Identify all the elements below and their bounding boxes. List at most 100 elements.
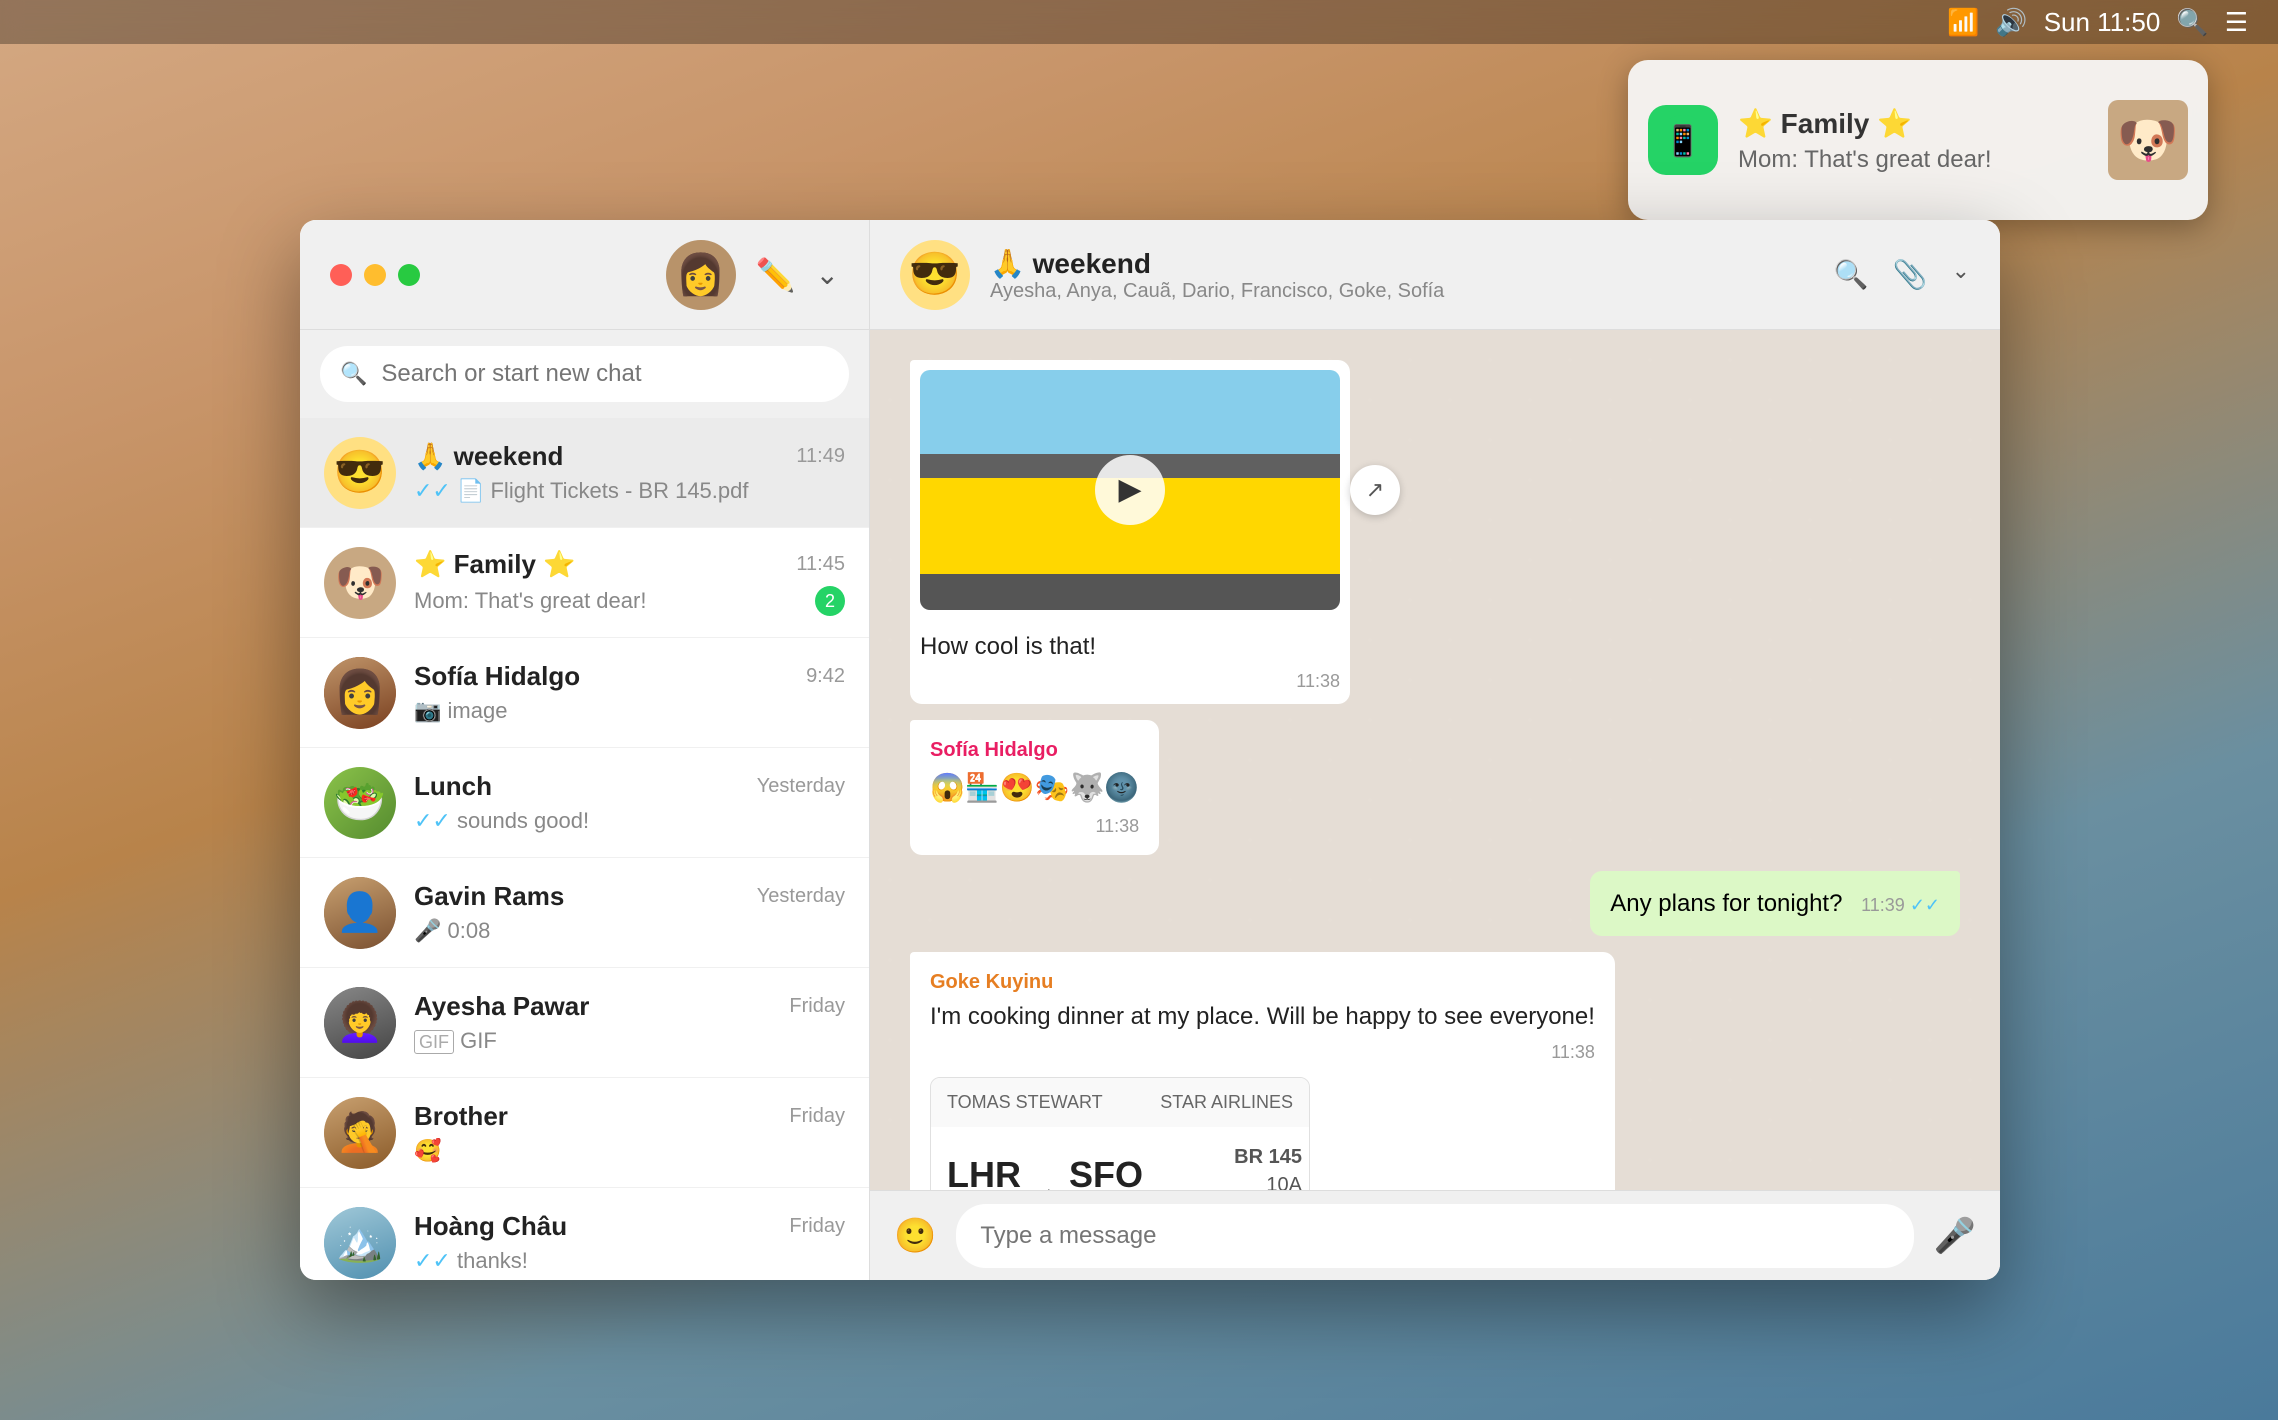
ticket-airline: STAR AIRLINES bbox=[1160, 1090, 1293, 1115]
chat-avatar-family: 🐶 bbox=[324, 547, 396, 619]
chat-preview-lunch: ✓✓ sounds good! bbox=[414, 808, 589, 834]
message-input-bar: 🙂 🎤 bbox=[870, 1190, 2000, 1280]
whatsapp-window: 👩 ✏️ ⌄ 🔍 😎 bbox=[300, 220, 2000, 1280]
emoji-button[interactable]: 🙂 bbox=[894, 1216, 936, 1256]
ticket-to: SFO bbox=[1069, 1150, 1143, 1190]
svg-text:📱: 📱 bbox=[1664, 123, 1701, 158]
chat-time-gavin: Yesterday bbox=[757, 885, 845, 908]
chat-panel: 😎 🙏 weekend Ayesha, Anya, Cauã, Dario, F… bbox=[870, 220, 2000, 1280]
messages-area: ▶ ↗ How cool is that! 11:38 Sofía Hidalg… bbox=[870, 330, 2000, 1190]
chat-preview-family: Mom: That's great dear! bbox=[414, 588, 646, 614]
play-button[interactable]: ▶ bbox=[920, 370, 1340, 610]
window-controls bbox=[330, 264, 420, 286]
ticket-flight-info: BR 145 10A ▌▌▌▌▐▌▌▌▌▐▌▌ bbox=[1155, 1143, 1302, 1190]
chat-time-sofia: 9:42 bbox=[806, 665, 845, 688]
microphone-button[interactable]: 🎤 bbox=[1934, 1216, 1976, 1256]
notification-body: Mom: That's great dear! bbox=[1738, 146, 2088, 174]
search-input[interactable] bbox=[381, 360, 829, 388]
ticket-route-right: SFO 9:40 bbox=[1069, 1150, 1143, 1190]
chat-avatar-gavin: 👤 bbox=[324, 877, 396, 949]
search-icon: 🔍 bbox=[340, 361, 367, 387]
chat-info-ayesha: Ayesha Pawar Friday GIF GIF bbox=[414, 991, 845, 1054]
maximize-button[interactable] bbox=[398, 264, 420, 286]
chat-name-sofia: Sofía Hidalgo bbox=[414, 661, 580, 692]
chat-name-family: ⭐ Family ⭐ bbox=[414, 549, 576, 580]
chat-info-brother: Brother Friday 🥰 bbox=[414, 1101, 845, 1164]
chevron-down-icon[interactable]: ⌄ bbox=[816, 258, 839, 291]
chat-time-hoang: Friday bbox=[789, 1215, 845, 1238]
chat-item-weekend[interactable]: 😎 🙏 weekend 11:49 ✓✓ 📄 Flight Tickets - … bbox=[300, 418, 869, 528]
attach-icon[interactable]: 📎 bbox=[1893, 258, 1928, 291]
chat-header-name: 🙏 weekend bbox=[990, 247, 1814, 280]
chat-avatar-hoang: 🏔️ bbox=[324, 1207, 396, 1279]
chat-item-brother[interactable]: 🤦 Brother Friday 🥰 bbox=[300, 1078, 869, 1188]
chat-header-avatar: 😎 bbox=[900, 240, 970, 310]
ticket-route-left: LHR 11:50 bbox=[947, 1150, 1021, 1190]
chat-time-weekend: 11:49 bbox=[796, 445, 845, 468]
chat-name-lunch: Lunch bbox=[414, 771, 492, 802]
search-icon[interactable]: 🔍 bbox=[2176, 7, 2208, 38]
volume-icon: 🔊 bbox=[1995, 7, 2027, 38]
chat-name-ayesha: Ayesha Pawar bbox=[414, 991, 589, 1022]
wifi-icon: 📶 bbox=[1947, 7, 1979, 38]
msg-time-3: 11:39 ✓✓ bbox=[1861, 895, 1940, 915]
chat-name-gavin: Gavin Rams bbox=[414, 881, 564, 912]
msg-sender-2: Sofía Hidalgo bbox=[930, 736, 1139, 764]
compose-icon[interactable]: ✏️ bbox=[756, 256, 796, 294]
chat-item-family[interactable]: 🐶 ⭐ Family ⭐ 11:45 Mom: That's great dea… bbox=[300, 528, 869, 638]
minimize-button[interactable] bbox=[364, 264, 386, 286]
notification-popup[interactable]: 📱 ⭐ Family ⭐ Mom: That's great dear! 🐶 bbox=[1628, 60, 2208, 220]
menu-icon[interactable]: ☰ bbox=[2225, 7, 2248, 38]
menubar: 📶 🔊 Sun 11:50 🔍 ☰ bbox=[0, 0, 2278, 44]
chat-time-family: 11:45 bbox=[796, 553, 845, 576]
more-options-icon[interactable]: ⌄ bbox=[1952, 258, 1970, 291]
user-avatar[interactable]: 👩 bbox=[666, 240, 736, 310]
unread-badge-family: 2 bbox=[815, 586, 845, 616]
chat-item-gavin[interactable]: 👤 Gavin Rams Yesterday 🎤 0:08 bbox=[300, 858, 869, 968]
chat-preview-brother: 🥰 bbox=[414, 1138, 441, 1164]
chat-info-sofia: Sofía Hidalgo 9:42 📷 image bbox=[414, 661, 845, 724]
chat-info-gavin: Gavin Rams Yesterday 🎤 0:08 bbox=[414, 881, 845, 944]
msg-text-4: I'm cooking dinner at my place. Will be … bbox=[930, 1000, 1595, 1034]
sidebar-header-actions: ✏️ ⌄ bbox=[756, 256, 839, 294]
chat-preview-hoang: ✓✓ thanks! bbox=[414, 1248, 528, 1274]
menubar-icons: 📶 🔊 Sun 11:50 🔍 ☰ bbox=[1947, 7, 2248, 38]
message-3: Any plans for tonight? 11:39 ✓✓ bbox=[910, 871, 1960, 937]
msg-text-3: Any plans for tonight? bbox=[1610, 890, 1842, 917]
sidebar-header: 👩 ✏️ ⌄ bbox=[300, 220, 869, 330]
msg-bubble-3: Any plans for tonight? 11:39 ✓✓ bbox=[1590, 871, 1960, 937]
ticket-card: TOMAS STEWART STAR AIRLINES LHR 11:50 → bbox=[930, 1077, 1310, 1190]
msg-time-1: 11:38 bbox=[920, 669, 1340, 694]
chat-name-weekend: 🙏 weekend bbox=[414, 441, 563, 472]
chat-header: 😎 🙏 weekend Ayesha, Anya, Cauã, Dario, F… bbox=[870, 220, 2000, 330]
share-button[interactable]: ↗ bbox=[1350, 465, 1400, 515]
chat-list: 😎 🙏 weekend 11:49 ✓✓ 📄 Flight Tickets - … bbox=[300, 418, 869, 1280]
msg-time-4: 11:38 bbox=[930, 1040, 1595, 1065]
search-bar: 🔍 bbox=[300, 330, 869, 418]
ticket-seat: 10A bbox=[1155, 1171, 1302, 1190]
chat-time-lunch: Yesterday bbox=[757, 775, 845, 798]
chat-header-members: Ayesha, Anya, Cauã, Dario, Francisco, Go… bbox=[990, 280, 1814, 303]
chat-item-sofia[interactable]: 👩 Sofía Hidalgo 9:42 📷 image bbox=[300, 638, 869, 748]
chat-info-lunch: Lunch Yesterday ✓✓ sounds good! bbox=[414, 771, 845, 834]
chat-avatar-ayesha: 👩‍🦱 bbox=[324, 987, 396, 1059]
window-body: 👩 ✏️ ⌄ 🔍 😎 bbox=[300, 220, 2000, 1280]
chat-item-lunch[interactable]: 🥗 Lunch Yesterday ✓✓ sounds good! bbox=[300, 748, 869, 858]
ticket-passenger: TOMAS STEWART bbox=[947, 1090, 1103, 1115]
search-input-wrapper: 🔍 bbox=[320, 346, 849, 402]
video-thumbnail: ▶ bbox=[920, 370, 1340, 610]
search-messages-icon[interactable]: 🔍 bbox=[1834, 258, 1869, 291]
chat-item-ayesha[interactable]: 👩‍🦱 Ayesha Pawar Friday GIF GIF bbox=[300, 968, 869, 1078]
message-input[interactable] bbox=[956, 1204, 1913, 1268]
chat-avatar-lunch: 🥗 bbox=[324, 767, 396, 839]
video-container: ▶ ↗ bbox=[920, 370, 1340, 610]
ticket-arrow: → bbox=[1033, 1172, 1057, 1190]
chat-name-hoang: Hoàng Châu bbox=[414, 1211, 567, 1242]
msg-time-2: 11:38 bbox=[930, 814, 1139, 839]
close-button[interactable] bbox=[330, 264, 352, 286]
msg-text-2: 😱🏪😍🎭🐺🌚 bbox=[930, 768, 1139, 807]
chat-time-ayesha: Friday bbox=[789, 995, 845, 1018]
chat-item-hoang[interactable]: 🏔️ Hoàng Châu Friday ✓✓ thanks! bbox=[300, 1188, 869, 1280]
ticket-from: LHR bbox=[947, 1150, 1021, 1190]
chat-time-brother: Friday bbox=[789, 1105, 845, 1128]
